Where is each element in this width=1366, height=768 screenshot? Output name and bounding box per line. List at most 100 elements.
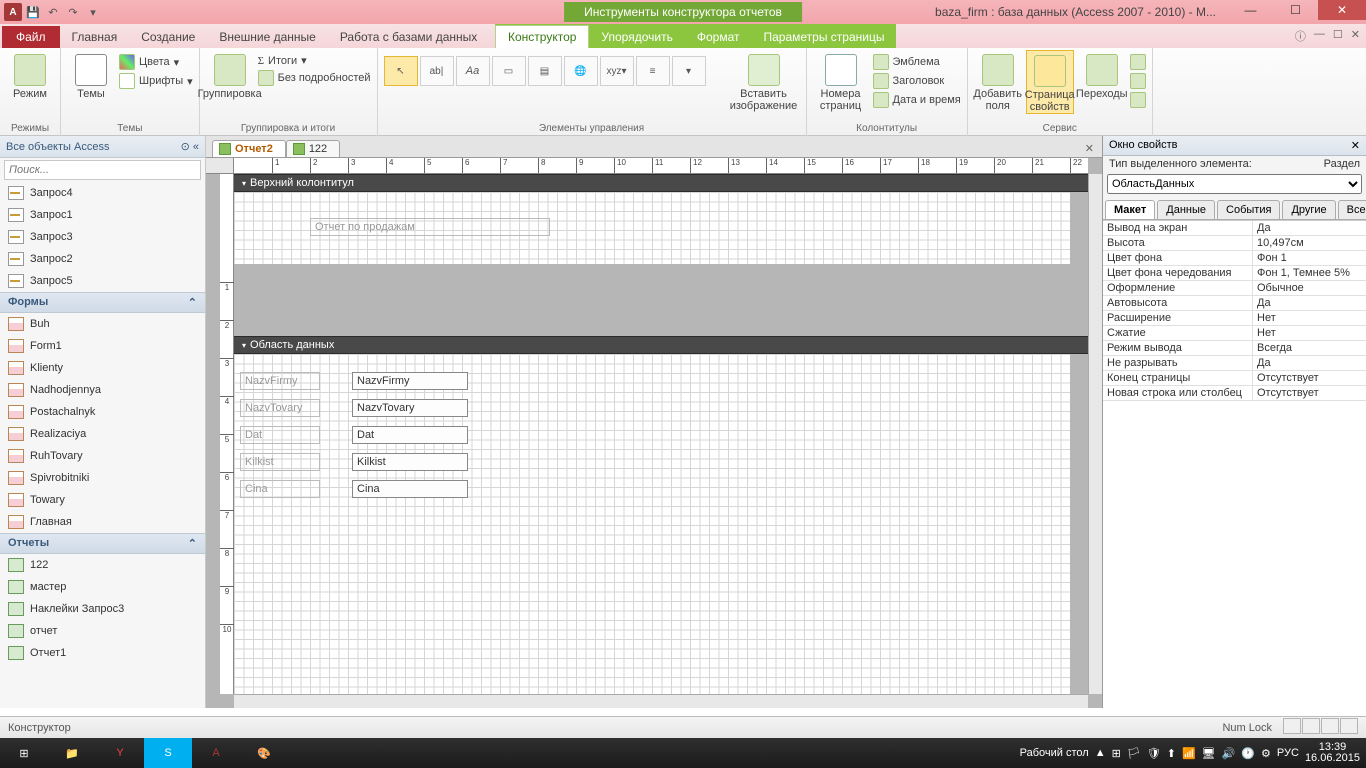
property-tab[interactable]: Все xyxy=(1338,200,1366,219)
doc-minimize-icon[interactable]: — xyxy=(1314,28,1325,44)
vertical-scrollbar[interactable] xyxy=(1088,174,1102,694)
field-label[interactable]: Cina xyxy=(240,480,320,498)
insert-image-button[interactable]: Вставить изображение xyxy=(728,50,800,112)
section-bar-header[interactable]: Верхний колонтитул xyxy=(234,174,1088,192)
nav-group-reports[interactable]: Отчеты⌃ xyxy=(0,533,205,554)
section-bar-detail[interactable]: Область данных xyxy=(234,336,1088,354)
nav-report-item[interactable]: отчет xyxy=(0,620,205,642)
property-tab[interactable]: Данные xyxy=(1157,200,1215,219)
property-row[interactable]: Цвет фонаФон 1 xyxy=(1103,251,1366,266)
property-row[interactable]: РасширениеНет xyxy=(1103,311,1366,326)
close-button[interactable]: ✕ xyxy=(1318,0,1366,20)
document-tab[interactable]: Отчет2 xyxy=(212,140,286,157)
tray-icon[interactable]: ⊞ xyxy=(1112,747,1121,760)
extra-icon[interactable] xyxy=(1130,54,1146,70)
property-row[interactable]: Вывод на экранДа xyxy=(1103,221,1366,236)
nav-report-item[interactable]: Наклейки Запрос3 xyxy=(0,598,205,620)
vertical-ruler[interactable]: 12345678910 xyxy=(220,174,234,694)
ribbon-tab-pagesetup[interactable]: Параметры страницы xyxy=(751,26,896,48)
nav-query-item[interactable]: Запрос2 xyxy=(0,248,205,270)
doc-close-icon[interactable]: ✕ xyxy=(1351,28,1360,44)
file-tab[interactable]: Файл xyxy=(2,26,60,48)
horizontal-ruler[interactable]: 12345678910111213141516171819202122 xyxy=(234,158,1088,174)
view-mode-button[interactable]: Режим xyxy=(6,50,54,100)
nav-form-item[interactable]: Nadhodjennya xyxy=(0,379,205,401)
field-label[interactable]: Kilkist xyxy=(240,453,320,471)
qat-customize-icon[interactable]: ▾ xyxy=(84,3,102,21)
property-row[interactable]: АвтовысотаДа xyxy=(1103,296,1366,311)
add-fields-button[interactable]: Добавить поля xyxy=(974,50,1022,112)
field-label[interactable]: NazvFirmy xyxy=(240,372,320,390)
more-tools-icon[interactable]: ▾ xyxy=(672,56,706,86)
tray-icon[interactable]: 🏳 xyxy=(1127,747,1141,760)
tray-icon[interactable]: 🖥 xyxy=(1202,747,1216,760)
property-tab[interactable]: Другие xyxy=(1282,200,1335,219)
property-value[interactable]: Фон 1 xyxy=(1253,251,1366,265)
property-value[interactable]: 10,497см xyxy=(1253,236,1366,250)
close-icon[interactable]: ✕ xyxy=(1351,139,1360,152)
report-title-label[interactable]: Отчет по продажам xyxy=(310,218,550,236)
ribbon-tab[interactable]: Создание xyxy=(129,26,207,48)
property-row[interactable]: Высота10,497см xyxy=(1103,236,1366,251)
qat-redo-icon[interactable]: ↷ xyxy=(64,3,82,21)
nav-header[interactable]: Все объекты Access⊙ « xyxy=(0,136,205,158)
explorer-icon[interactable]: 📁 xyxy=(48,738,96,768)
themes-button[interactable]: Темы xyxy=(67,50,115,100)
property-row[interactable]: Не разрыватьДа xyxy=(1103,356,1366,371)
nav-form-item[interactable]: Klienty xyxy=(0,357,205,379)
property-value[interactable]: Фон 1, Темнее 5% xyxy=(1253,266,1366,280)
nav-form-item[interactable]: Главная xyxy=(0,511,205,533)
nav-query-item[interactable]: Запрос5 xyxy=(0,270,205,292)
property-tab[interactable]: События xyxy=(1217,200,1280,219)
ribbon-tab[interactable]: Главная xyxy=(60,26,130,48)
title-button[interactable]: Заголовок xyxy=(873,73,961,89)
ribbon-tab[interactable]: Внешние данные xyxy=(207,26,328,48)
nav-group-forms[interactable]: Формы⌃ xyxy=(0,292,205,313)
ruler-corner[interactable] xyxy=(206,158,234,174)
textbox-tool-icon[interactable]: ab| xyxy=(420,56,454,86)
tray-icon[interactable]: 📶 xyxy=(1182,747,1196,760)
skype-icon[interactable]: S xyxy=(144,738,192,768)
property-tab[interactable]: Макет xyxy=(1105,200,1155,219)
ribbon-tab-arrange[interactable]: Упорядочить xyxy=(589,26,684,48)
nav-form-item[interactable]: Towary xyxy=(0,489,205,511)
tab-order-button[interactable]: Переходы xyxy=(1078,50,1126,100)
property-row[interactable]: Режим выводаВсегда xyxy=(1103,341,1366,356)
language-indicator[interactable]: РУС xyxy=(1277,747,1299,759)
design-surface[interactable]: 12345678910111213141516171819202122 1234… xyxy=(206,158,1102,708)
nav-query-item[interactable]: Запрос3 xyxy=(0,226,205,248)
close-tab-icon[interactable]: ✕ xyxy=(1077,140,1102,157)
ribbon-tab-format[interactable]: Формат xyxy=(685,26,752,48)
field-textbox[interactable]: Kilkist xyxy=(352,453,468,471)
doc-restore-icon[interactable]: ☐ xyxy=(1333,28,1343,44)
nav-query-item[interactable]: Запрос1 xyxy=(0,204,205,226)
nav-form-item[interactable]: Realizaciya xyxy=(0,423,205,445)
browser-icon[interactable]: Y xyxy=(96,738,144,768)
object-selector[interactable]: ОбластьДанных xyxy=(1107,174,1362,194)
paint-icon[interactable]: 🎨 xyxy=(240,738,288,768)
tray-icon[interactable]: 🛡 xyxy=(1147,747,1161,760)
nav-form-item[interactable]: Postachalnyk xyxy=(0,401,205,423)
nav-report-item[interactable]: Отчет1 xyxy=(0,642,205,664)
field-textbox[interactable]: Cina xyxy=(352,480,468,498)
clock[interactable]: 13:3916.06.2015 xyxy=(1305,742,1360,764)
nav-report-item[interactable]: 122 xyxy=(0,554,205,576)
tray-icon[interactable]: 🔊 xyxy=(1222,747,1236,760)
extra-icon[interactable] xyxy=(1130,92,1146,108)
property-row[interactable]: ОформлениеОбычное xyxy=(1103,281,1366,296)
field-textbox[interactable]: Dat xyxy=(352,426,468,444)
property-value[interactable]: Обычное xyxy=(1253,281,1366,295)
property-value[interactable]: Отсутствует xyxy=(1253,371,1366,385)
extra-icon[interactable] xyxy=(1130,73,1146,89)
property-value[interactable]: Нет xyxy=(1253,311,1366,325)
nav-report-item[interactable]: мастер xyxy=(0,576,205,598)
link-tool-icon[interactable]: 🌐 xyxy=(564,56,598,86)
tab-tool-icon[interactable]: ▤ xyxy=(528,56,562,86)
nav-form-item[interactable]: Form1 xyxy=(0,335,205,357)
button-tool-icon[interactable]: ▭ xyxy=(492,56,526,86)
tray-icon[interactable]: ⚙ xyxy=(1261,747,1271,760)
grouping-button[interactable]: Группировка xyxy=(206,50,254,100)
property-value[interactable]: Нет xyxy=(1253,326,1366,340)
property-value[interactable]: Да xyxy=(1253,296,1366,310)
tray-icon[interactable]: ⬆ xyxy=(1167,747,1176,760)
